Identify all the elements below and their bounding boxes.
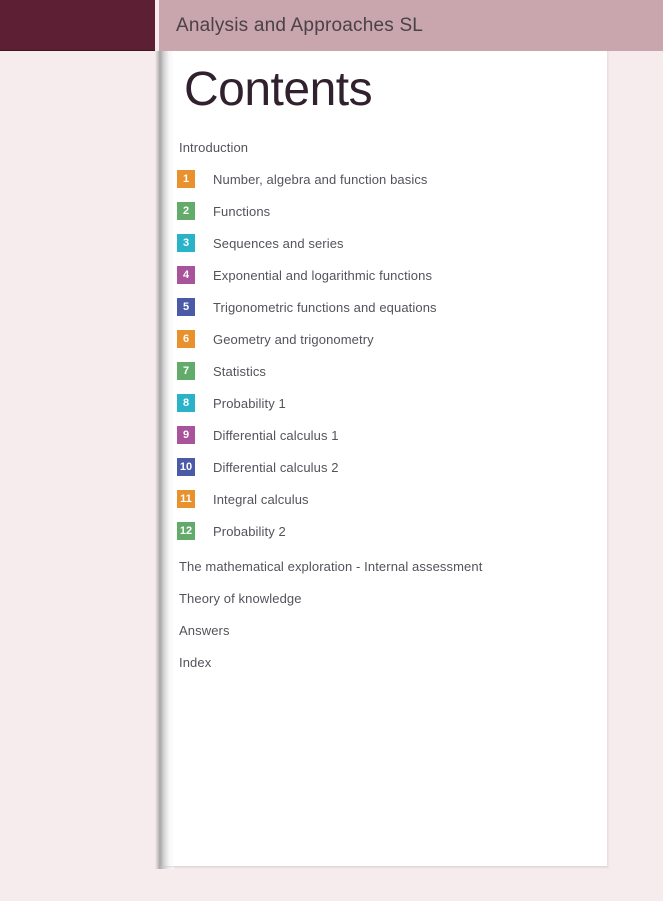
toc-item-label: Probability 1 xyxy=(213,395,286,411)
chapter-number-badge: 4 xyxy=(177,266,195,284)
toc-item-chapter[interactable]: 7 Statistics xyxy=(177,355,597,387)
brand-color-block xyxy=(0,0,155,50)
chapter-number-badge: 10 xyxy=(177,458,195,476)
toc-item-chapter[interactable]: 1 Number, algebra and function basics xyxy=(177,163,597,195)
toc-item-chapter[interactable]: 5 Trigonometric functions and equations xyxy=(177,291,597,323)
toc-item-label: Theory of knowledge xyxy=(179,590,302,606)
table-of-contents: Introduction 1 Number, algebra and functio… xyxy=(177,131,597,678)
book-title: Analysis and Approaches SL xyxy=(176,15,424,36)
toc-item-label: Probability 2 xyxy=(213,523,286,539)
chapter-number-badge: 5 xyxy=(177,298,195,316)
chapter-number-badge: 8 xyxy=(177,394,195,412)
page-bottom-shadow xyxy=(160,866,607,869)
toc-item-label: Introduction xyxy=(179,139,249,155)
chapter-number-badge: 12 xyxy=(177,522,195,540)
toc-item-chapter[interactable]: 10 Differential calculus 2 xyxy=(177,451,597,483)
chapter-number-badge: 6 xyxy=(177,330,195,348)
toc-item-back-matter[interactable]: Answers xyxy=(177,614,597,646)
top-bar: Analysis and Approaches SL xyxy=(0,0,663,51)
brand-block-underline xyxy=(0,50,155,51)
toc-item-label: Differential calculus 2 xyxy=(213,459,339,475)
toc-item-chapter[interactable]: 4 Exponential and logarithmic functions xyxy=(177,259,597,291)
toc-item-chapter[interactable]: 2 Functions xyxy=(177,195,597,227)
toc-item-label: Exponential and logarithmic functions xyxy=(213,267,433,283)
toc-item-label: Differential calculus 1 xyxy=(213,427,339,443)
toc-item-label: The mathematical exploration - Internal … xyxy=(179,558,483,574)
toc-item-label: Index xyxy=(179,654,212,670)
toc-item-label: Functions xyxy=(213,203,271,219)
chapter-number-badge: 1 xyxy=(177,170,195,188)
toc-item-back-matter[interactable]: Theory of knowledge xyxy=(177,582,597,614)
toc-item-chapter[interactable]: 12 Probability 2 xyxy=(177,515,597,547)
toc-item-chapter[interactable]: 9 Differential calculus 1 xyxy=(177,419,597,451)
toc-item-label: Sequences and series xyxy=(213,235,344,251)
toc-item-back-matter[interactable]: The mathematical exploration - Internal … xyxy=(177,550,597,582)
toc-item-chapter[interactable]: 8 Probability 1 xyxy=(177,387,597,419)
toc-item-introduction[interactable]: Introduction xyxy=(177,131,597,163)
toc-item-chapter[interactable]: 3 Sequences and series xyxy=(177,227,597,259)
toc-item-label: Geometry and trigonometry xyxy=(213,331,374,347)
toc-item-label: Integral calculus xyxy=(213,491,309,507)
chapter-number-badge: 9 xyxy=(177,426,195,444)
toc-item-label: Trigonometric functions and equations xyxy=(213,299,437,315)
toc-item-back-matter[interactable]: Index xyxy=(177,646,597,678)
book-spine-shadow xyxy=(155,51,174,869)
toc-item-chapter[interactable]: 6 Geometry and trigonometry xyxy=(177,323,597,355)
chapter-number-badge: 2 xyxy=(177,202,195,220)
toc-item-label: Statistics xyxy=(213,363,267,379)
toc-item-label: Answers xyxy=(179,622,230,638)
chapter-number-badge: 7 xyxy=(177,362,195,380)
toc-item-chapter[interactable]: 11 Integral calculus xyxy=(177,483,597,515)
toc-item-label: Number, algebra and function basics xyxy=(213,171,428,187)
page-title: Contents xyxy=(184,63,373,116)
chapter-number-badge: 3 xyxy=(177,234,195,252)
chapter-number-badge: 11 xyxy=(177,490,195,508)
page-right-shadow xyxy=(607,51,610,869)
